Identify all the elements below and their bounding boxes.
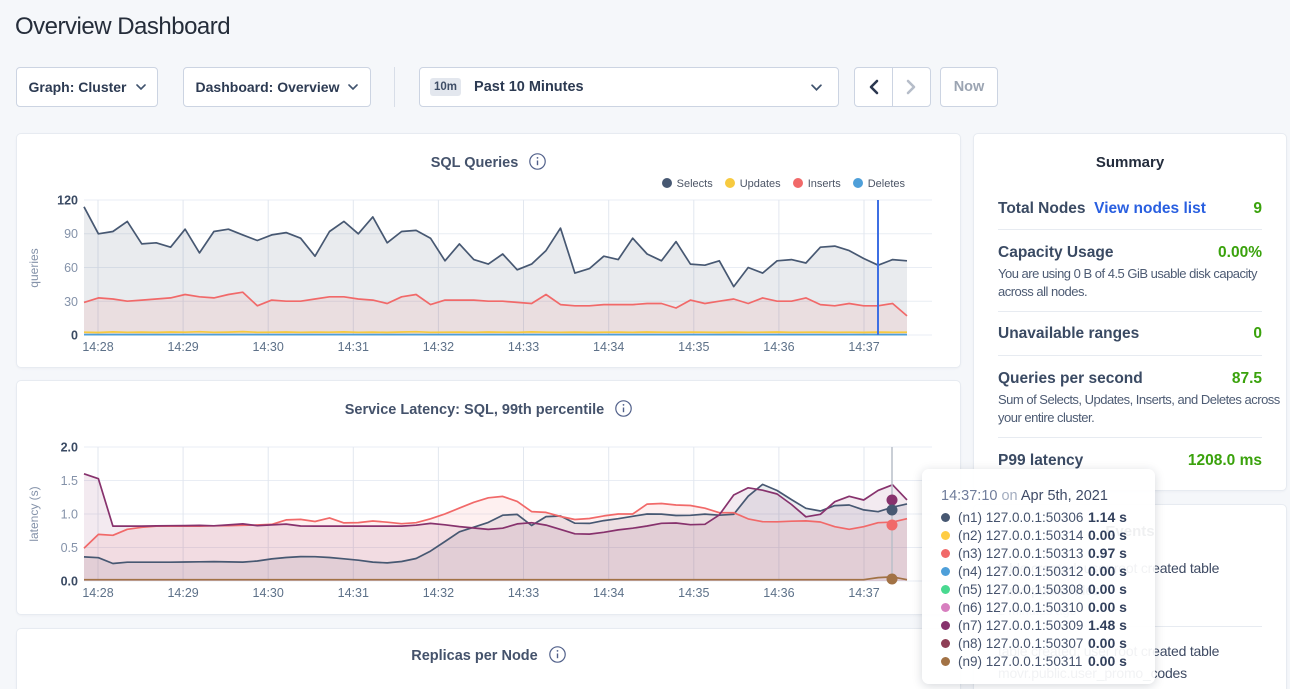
- svg-text:14:37: 14:37: [848, 586, 879, 600]
- svg-text:0.0: 0.0: [61, 575, 78, 589]
- svg-text:60: 60: [64, 261, 78, 275]
- svg-text:14:31: 14:31: [338, 586, 369, 600]
- svg-text:0: 0: [71, 329, 78, 343]
- svg-text:14:28: 14:28: [82, 340, 113, 354]
- svg-text:14:29: 14:29: [167, 340, 198, 354]
- svg-text:120: 120: [57, 194, 78, 208]
- svg-text:14:33: 14:33: [508, 340, 539, 354]
- svg-text:14:37: 14:37: [848, 340, 879, 354]
- svg-text:30: 30: [64, 295, 78, 309]
- svg-text:14:35: 14:35: [678, 586, 709, 600]
- svg-text:14:35: 14:35: [678, 340, 709, 354]
- svg-text:2.0: 2.0: [61, 441, 78, 455]
- svg-text:1.5: 1.5: [61, 474, 78, 488]
- svg-text:14:28: 14:28: [82, 586, 113, 600]
- svg-text:latency (s): latency (s): [27, 486, 41, 541]
- svg-text:1.0: 1.0: [61, 508, 78, 522]
- svg-text:14:29: 14:29: [167, 586, 198, 600]
- svg-text:14:31: 14:31: [338, 340, 369, 354]
- svg-text:90: 90: [64, 227, 78, 241]
- svg-text:queries: queries: [27, 248, 41, 287]
- svg-text:14:36: 14:36: [763, 586, 794, 600]
- svg-text:14:30: 14:30: [253, 340, 284, 354]
- svg-text:14:33: 14:33: [508, 586, 539, 600]
- svg-text:14:30: 14:30: [253, 586, 284, 600]
- svg-text:14:34: 14:34: [593, 340, 624, 354]
- svg-text:14:36: 14:36: [763, 340, 794, 354]
- svg-text:14:32: 14:32: [423, 340, 454, 354]
- svg-text:0.5: 0.5: [61, 541, 78, 555]
- svg-text:14:32: 14:32: [423, 586, 454, 600]
- svg-text:14:34: 14:34: [593, 586, 624, 600]
